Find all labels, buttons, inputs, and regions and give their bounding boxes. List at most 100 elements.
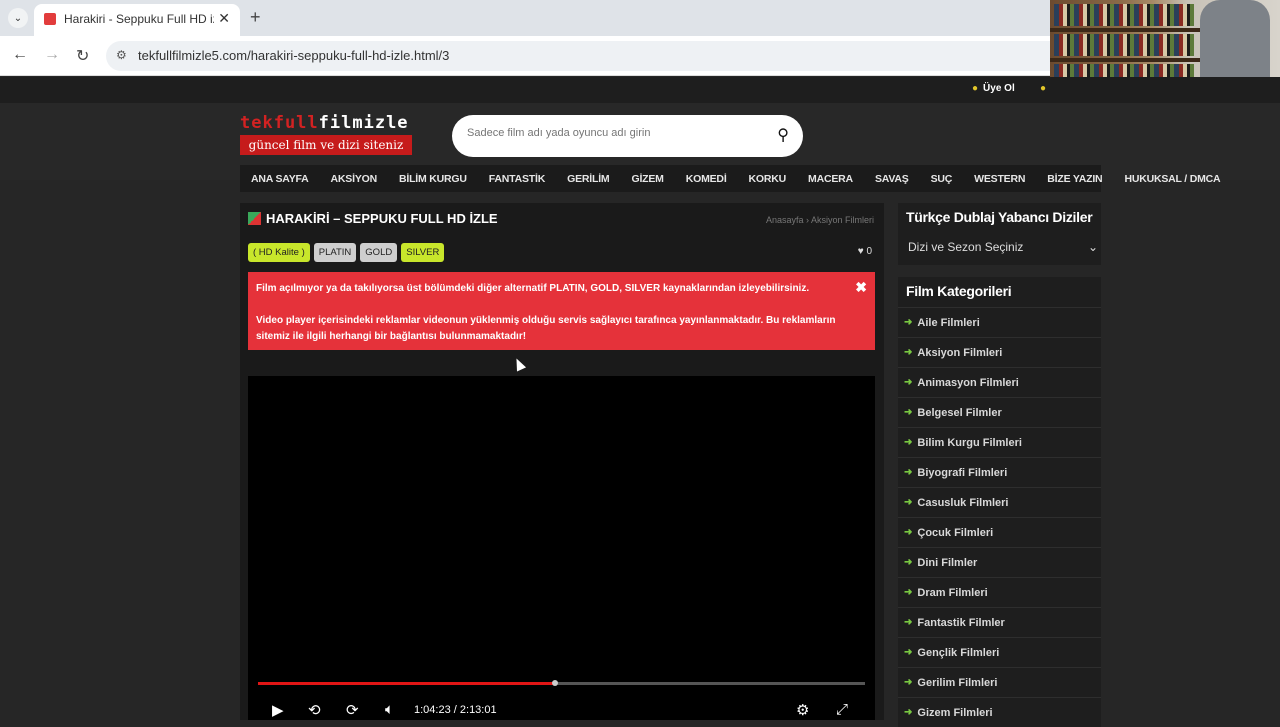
dubbed-series-panel: Türkçe Dublaj Yabancı Diziler Dizi ve Se… <box>898 203 1101 265</box>
gold-source-button[interactable]: GOLD <box>360 243 398 262</box>
arrow-right-icon: ➜ <box>904 527 913 538</box>
like-count: 0 <box>866 246 872 257</box>
film-icon <box>248 212 261 225</box>
alert-close-icon[interactable]: ✖ <box>855 279 867 295</box>
category-item[interactable]: ➜ Fantastik Filmler <box>898 607 1101 637</box>
site-info-icon[interactable]: ⚙ <box>116 48 127 62</box>
category-item[interactable]: ➜ Gençlik Filmleri <box>898 637 1101 667</box>
fullscreen-icon[interactable]: ⤢ <box>836 701 848 718</box>
nav-item-5[interactable]: GİZEM <box>620 173 674 185</box>
arrow-right-icon: ➜ <box>904 707 913 718</box>
search-input[interactable] <box>467 127 757 139</box>
nav-item-0[interactable]: ANA SAYFA <box>240 173 320 185</box>
time-separator: / <box>453 704 457 716</box>
reload-icon[interactable]: ↻ <box>76 46 89 66</box>
nav-item-9[interactable]: SAVAŞ <box>864 173 920 185</box>
play-icon[interactable]: ▶ <box>272 701 284 719</box>
login-icon[interactable]: ● <box>1040 83 1051 94</box>
category-item[interactable]: ➜ Gerilim Filmleri <box>898 667 1101 697</box>
nav-item-2[interactable]: BİLİM KURGU <box>388 173 478 185</box>
nav-item-3[interactable]: FANTASTİK <box>478 173 556 185</box>
category-label: Gerilim Filmleri <box>917 676 998 689</box>
duration: 2:13:01 <box>459 704 497 716</box>
tab-close-icon[interactable]: ✕ <box>218 10 230 27</box>
tab-title: Harakiri - Seppuku Full HD izle <box>64 12 214 26</box>
post-title: HARAKİRİ – SEPPUKU FULL HD İZLE <box>248 211 498 226</box>
dubbed-series-title: Türkçe Dublaj Yabancı Diziler <box>906 209 1093 225</box>
settings-gear-icon[interactable]: ⚙ <box>796 701 809 719</box>
category-item[interactable]: ➜ Animasyon Filmleri <box>898 367 1101 397</box>
arrow-right-icon: ➜ <box>904 347 913 358</box>
category-item[interactable]: ➜ Aile Filmleri <box>898 307 1101 337</box>
category-item[interactable]: ➜ Çocuk Filmleri <box>898 517 1101 547</box>
category-label: Çocuk Filmleri <box>917 526 994 539</box>
category-label: Aile Filmleri <box>917 316 980 329</box>
arrow-right-icon: ➜ <box>904 677 913 688</box>
volume-icon[interactable]: 🔈︎ <box>385 701 394 718</box>
category-label: Casusluk Filmleri <box>917 496 1009 509</box>
progress-bar[interactable] <box>258 680 865 686</box>
progress-knob[interactable] <box>552 680 559 686</box>
category-label: Animasyon Filmleri <box>917 376 1019 389</box>
nav-item-10[interactable]: SUÇ <box>920 173 964 185</box>
series-season-select[interactable]: Dizi ve Sezon Seçiniz ⌄ <box>908 237 1098 257</box>
category-item[interactable]: ➜ Belgesel Filmler <box>898 397 1101 427</box>
nav-item-12[interactable]: BİZE YAZIN <box>1036 173 1113 185</box>
new-tab-button[interactable]: + <box>250 7 261 28</box>
arrow-right-icon: ➜ <box>904 617 913 628</box>
progress-fill <box>258 682 556 685</box>
register-link[interactable]: ● Üye Ol <box>972 83 1015 94</box>
nav-item-13[interactable]: HUKUKSAL / DMCA <box>1113 173 1231 185</box>
category-item[interactable]: ➜ Casusluk Filmleri <box>898 487 1101 517</box>
rewind-10-icon[interactable]: ⟲ <box>308 701 321 719</box>
category-list: ➜ Aile Filmleri ➜ Aksiyon Filmleri ➜ Animasyo… <box>898 307 1101 727</box>
warning-alert: Film açılmıyor ya da takılıyorsa üst böl… <box>248 272 875 350</box>
logo-white-text: filmizle <box>318 113 409 133</box>
arrow-right-icon: ➜ <box>904 437 913 448</box>
nav-item-11[interactable]: WESTERN <box>963 173 1036 185</box>
silver-source-button[interactable]: SILVER <box>401 243 445 262</box>
category-label: Aksiyon Filmleri <box>917 346 1003 359</box>
arrow-right-icon: ➜ <box>904 317 913 328</box>
main-nav: ANA SAYFA AKSİYON BİLİM KURGU FANTASTİK GERİ… <box>240 165 1221 192</box>
forward-icon[interactable]: → <box>44 46 60 64</box>
nav-item-6[interactable]: KOMEDİ <box>675 173 738 185</box>
arrow-right-icon: ➜ <box>904 587 913 598</box>
site-logo[interactable]: tekfullfilmizle güncel film ve dizi site… <box>240 113 415 159</box>
forward-10-icon[interactable]: ⟳ <box>346 701 359 719</box>
category-label: Dini Filmler <box>917 556 978 569</box>
search-icon[interactable]: ⚲ <box>777 125 789 145</box>
nav-item-8[interactable]: MACERA <box>797 173 864 185</box>
url-text[interactable]: tekfullfilmizle5.com/harakiri-seppuku-fu… <box>138 48 449 63</box>
current-time: 1:04:23 <box>414 704 451 716</box>
category-item[interactable]: ➜ Aksiyon Filmleri <box>898 337 1101 367</box>
video-player[interactable]: ▶ ⟲ ⟳ 🔈︎ 1:04:23 / 2:13:01 ⚙ ⤢ <box>248 376 875 720</box>
back-icon[interactable]: ← <box>12 46 28 64</box>
heart-icon: ♥ <box>857 246 864 257</box>
category-item[interactable]: ➜ Dini Filmler <box>898 547 1101 577</box>
arrow-right-icon: ➜ <box>904 377 913 388</box>
nav-item-7[interactable]: KORKU <box>738 173 798 185</box>
search-box: ⚲ <box>452 115 803 157</box>
platin-source-button[interactable]: PLATIN <box>313 243 357 262</box>
nav-item-1[interactable]: AKSİYON <box>320 173 388 185</box>
address-bar[interactable]: ⚙ tekfullfilmizle5.com/harakiri-seppuku-… <box>106 41 1066 71</box>
nav-item-4[interactable]: GERİLİM <box>556 173 620 185</box>
breadcrumb[interactable]: Anasayfa › Aksiyon Filmleri <box>766 215 874 225</box>
post-content: HARAKİRİ – SEPPUKU FULL HD İZLE Anasayfa… <box>240 203 884 720</box>
site-favicon-icon <box>44 13 56 25</box>
user-add-icon: ● <box>972 83 979 94</box>
logo-subtitle: güncel film ve dizi siteniz <box>240 135 412 155</box>
category-label: Biyografi Filmleri <box>917 466 1008 479</box>
series-select-value: Dizi ve Sezon Seçiniz <box>908 240 1024 254</box>
category-item[interactable]: ➜ Bilim Kurgu Filmleri <box>898 427 1101 457</box>
category-item[interactable]: ➜ Dram Filmleri <box>898 577 1101 607</box>
browser-tab[interactable]: Harakiri - Seppuku Full HD izle ✕ <box>34 4 240 36</box>
category-item[interactable]: ➜ Gizem Filmleri <box>898 697 1101 727</box>
register-label: Üye Ol <box>983 83 1015 94</box>
category-item[interactable]: ➜ Biyografi Filmleri <box>898 457 1101 487</box>
like-counter[interactable]: ♥ 0 <box>858 246 872 257</box>
hd-quality-badge[interactable]: ( HD Kalite ) <box>248 243 310 262</box>
tab-search-dropdown-icon[interactable]: ⌄ <box>8 8 28 28</box>
arrow-right-icon: ➜ <box>904 467 913 478</box>
